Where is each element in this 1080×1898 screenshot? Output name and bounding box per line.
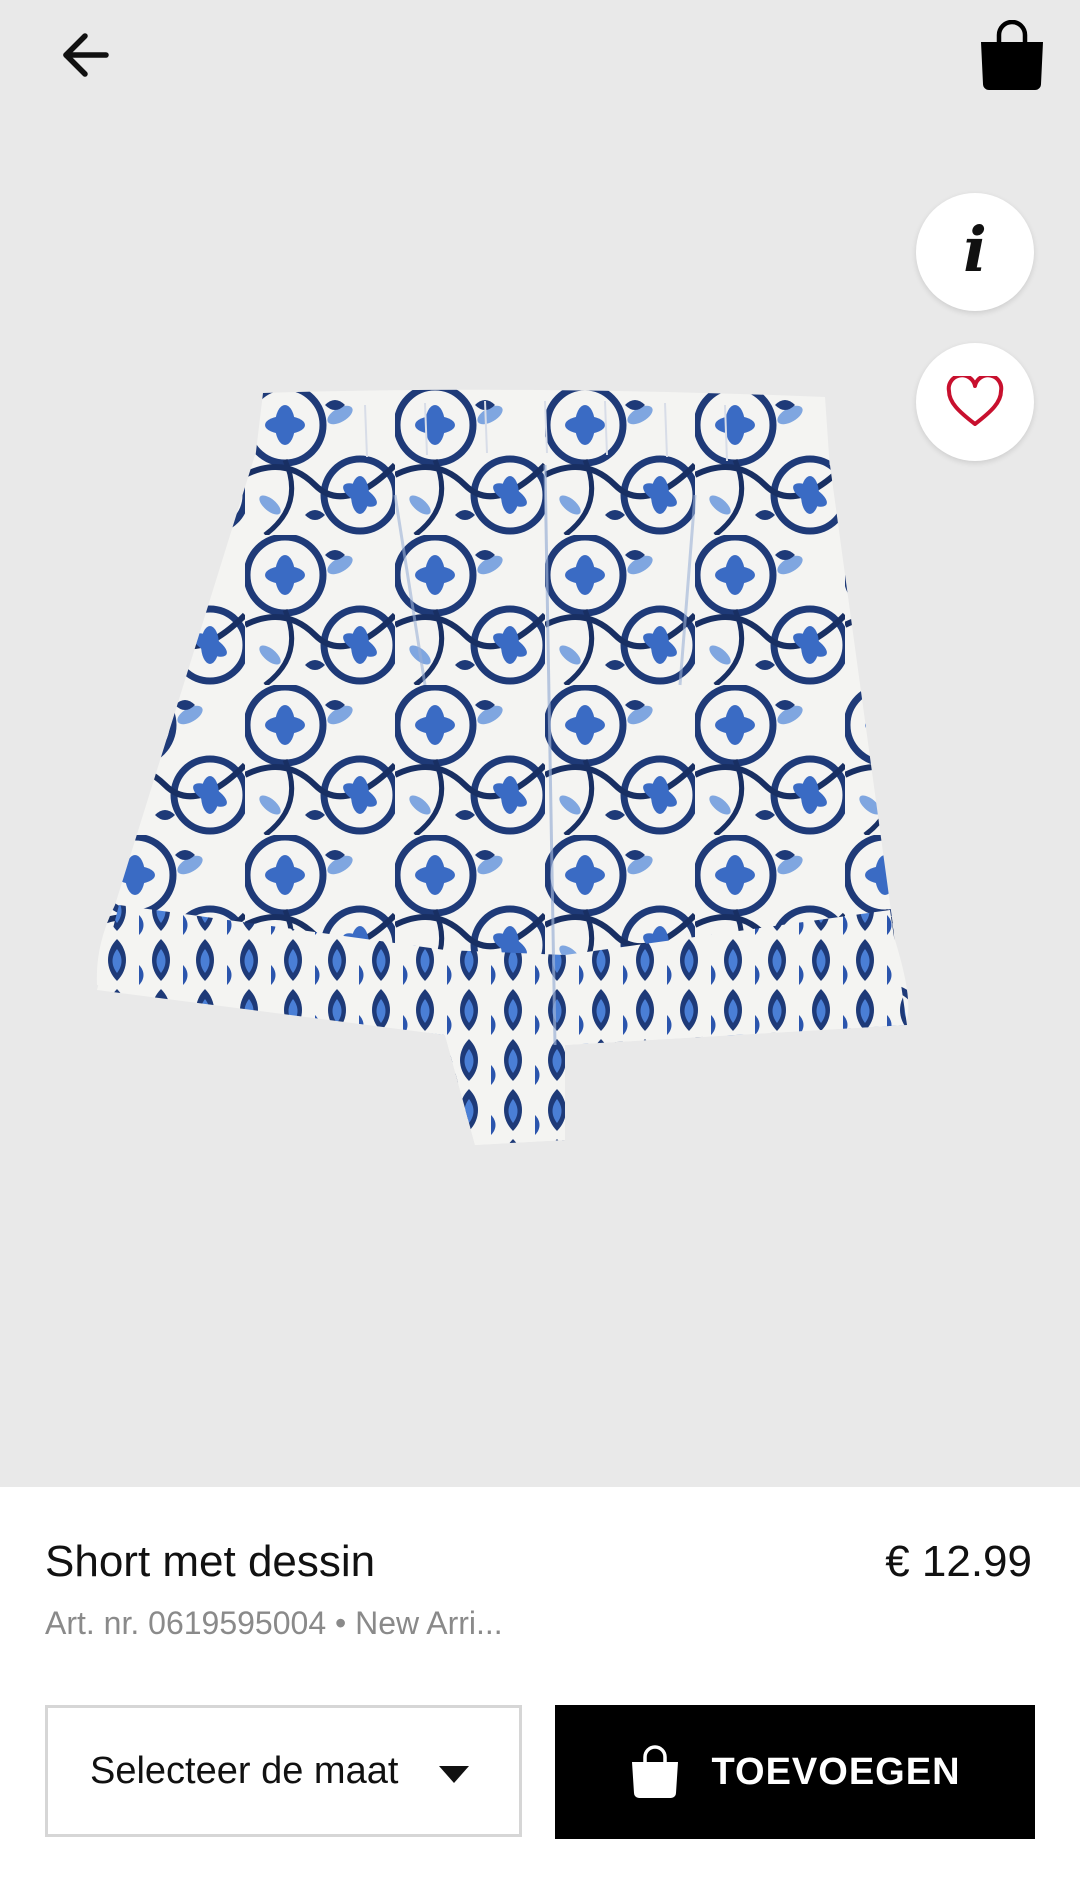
info-button[interactable]: i <box>916 193 1034 311</box>
shopping-bag-icon <box>981 20 1043 90</box>
info-icon: i <box>963 213 987 286</box>
add-to-cart-button[interactable]: TOEVOEGEN <box>555 1705 1035 1839</box>
product-info-panel: Short met dessin € 12.99 Art. nr. 061959… <box>0 1487 1080 1898</box>
product-image-area[interactable]: i <box>0 0 1080 1487</box>
shopping-bag-icon <box>632 1745 679 1798</box>
product-title: Short met dessin <box>45 1537 376 1586</box>
caret-down-icon <box>439 1766 469 1783</box>
arrow-left-icon <box>63 33 109 77</box>
size-select-label: Selecteer de maat <box>90 1749 399 1792</box>
size-select[interactable]: Selecteer de maat <box>45 1705 522 1837</box>
product-price: € 12.99 <box>885 1537 1032 1586</box>
back-button[interactable] <box>40 10 130 100</box>
product-article-meta: Art. nr. 0619595004 • New Arri... <box>45 1605 503 1641</box>
shopping-bag-button[interactable] <box>962 6 1062 106</box>
add-to-cart-label: TOEVOEGEN <box>711 1750 961 1793</box>
product-photo <box>96 389 909 1145</box>
